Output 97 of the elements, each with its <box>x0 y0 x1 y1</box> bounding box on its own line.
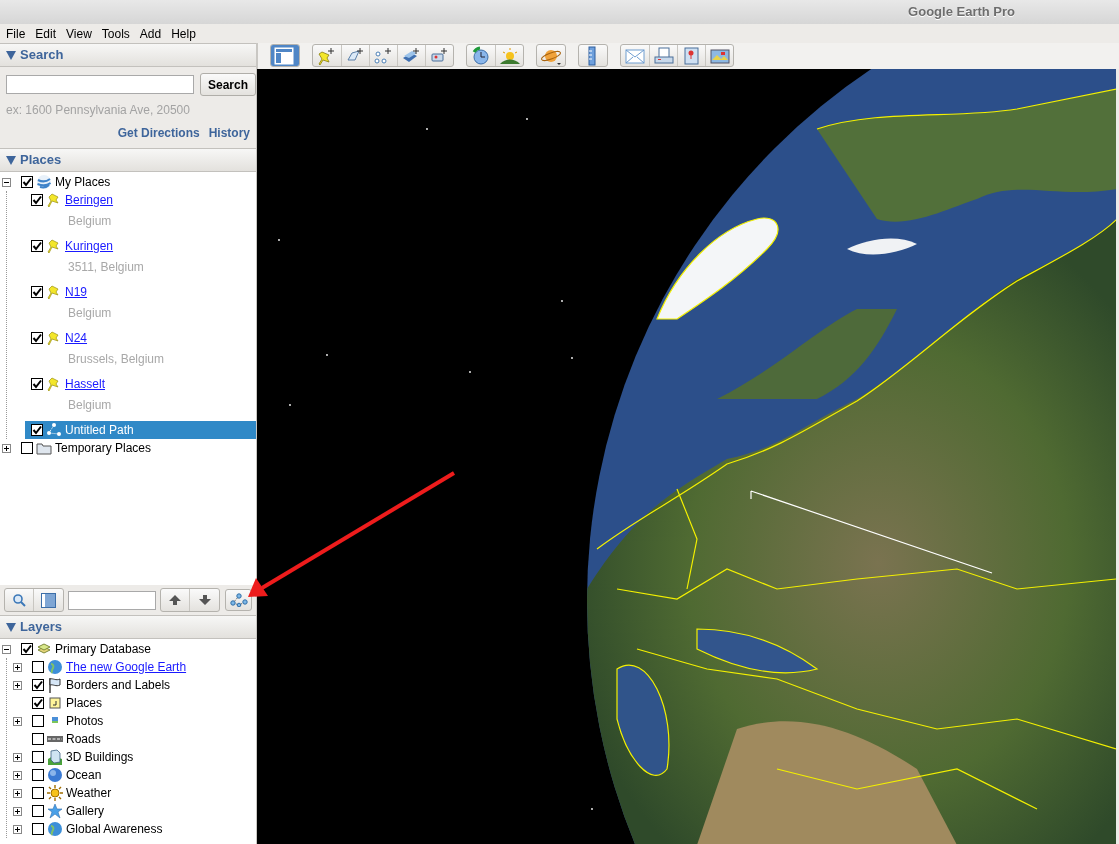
tree-item-label[interactable]: Weather <box>66 784 112 802</box>
checkbox[interactable] <box>32 751 44 763</box>
checkbox[interactable] <box>32 733 44 745</box>
map-image-icon[interactable] <box>705 45 733 67</box>
globe-icon <box>36 174 52 190</box>
tree-row[interactable]: N24 <box>25 329 256 347</box>
checkbox[interactable] <box>32 715 44 727</box>
tree-item-label[interactable]: Gallery <box>66 802 104 820</box>
tree-row[interactable]: Temporary Places <box>0 439 256 457</box>
tree-item-label[interactable]: Places <box>66 694 103 712</box>
link[interactable]: Get Directions <box>117 124 200 142</box>
menu-item[interactable]: Tools <box>101 24 130 43</box>
expander-icon[interactable] <box>13 770 22 780</box>
pushpin-icon <box>46 284 62 300</box>
sun-icon <box>47 785 63 801</box>
square-marker-icon <box>47 695 63 711</box>
tree-row[interactable]: Kuringen <box>25 237 256 255</box>
expander-icon[interactable] <box>13 662 22 672</box>
checkbox[interactable] <box>32 787 44 799</box>
expander-icon[interactable] <box>2 177 11 187</box>
link[interactable]: History <box>208 124 250 142</box>
expander-icon[interactable] <box>13 680 22 690</box>
search-field[interactable] <box>6 75 194 94</box>
tree-item-label[interactable]: 3D Buildings <box>66 748 134 766</box>
section-header[interactable]: Layers <box>0 615 256 639</box>
checkbox[interactable] <box>32 661 44 673</box>
place-link[interactable]: The new Google Earth <box>66 658 187 676</box>
place-address: Belgium <box>67 397 113 414</box>
tree-item-label[interactable]: Roads <box>66 730 101 748</box>
tree-row[interactable]: N19 <box>25 283 256 301</box>
pushpin-icon <box>46 192 62 208</box>
flag-icon <box>47 677 63 693</box>
place-link[interactable]: N19 <box>65 283 87 301</box>
tree-item-label[interactable]: My Places <box>55 173 111 191</box>
checkbox[interactable] <box>32 697 44 709</box>
pushpin-icon <box>46 330 62 346</box>
pushpin-icon <box>46 376 62 392</box>
tree-item-label[interactable]: Temporary Places <box>55 439 152 457</box>
place-link[interactable]: Beringen <box>65 191 114 209</box>
checkbox[interactable] <box>31 424 43 436</box>
window-title: Google Earth Pro <box>908 3 1015 22</box>
checkbox[interactable] <box>21 442 33 454</box>
star-icon <box>47 803 63 819</box>
ocean-globe-icon <box>47 767 63 783</box>
menu-item[interactable]: Edit <box>35 24 57 43</box>
place-link[interactable]: N24 <box>65 329 87 347</box>
checkbox[interactable] <box>32 679 44 691</box>
checkbox[interactable] <box>21 176 33 188</box>
search-button[interactable]: Search <box>200 73 257 96</box>
place-address: Brussels, Belgium <box>67 351 166 368</box>
printer-icon[interactable] <box>649 45 677 67</box>
checkbox[interactable] <box>32 805 44 817</box>
expander-icon[interactable] <box>13 716 22 726</box>
expander-icon[interactable] <box>13 806 22 816</box>
expander-icon[interactable] <box>13 752 22 762</box>
place-address: Belgium <box>67 213 113 230</box>
tree-item-label[interactable]: Ocean <box>66 766 102 784</box>
place-address: 3511, Belgium <box>67 259 145 276</box>
filter-field[interactable] <box>68 590 156 610</box>
selected-row[interactable]: Untitled Path <box>25 421 256 439</box>
menu-item[interactable]: View <box>66 24 92 43</box>
expander-icon[interactable] <box>2 443 11 453</box>
earth-icon <box>47 821 63 837</box>
checkbox[interactable] <box>31 194 43 206</box>
tree-row[interactable]: Beringen <box>25 191 256 209</box>
earth-icon <box>47 659 63 675</box>
checkbox[interactable] <box>21 643 33 655</box>
path-nodes-icon[interactable] <box>225 589 252 611</box>
tree-item-label[interactable]: Borders and Labels <box>66 676 171 694</box>
tree-item-label[interactable]: Primary Database <box>55 640 152 658</box>
checkbox[interactable] <box>31 286 43 298</box>
tree-row[interactable]: My Places <box>0 173 256 191</box>
sidebar-icon[interactable] <box>271 45 299 67</box>
checkbox[interactable] <box>31 378 43 390</box>
place-link[interactable]: Kuringen <box>65 237 114 255</box>
place-link[interactable]: Hasselt <box>65 375 105 393</box>
pushpin-icon <box>46 238 62 254</box>
checkbox[interactable] <box>31 332 43 344</box>
menu-item[interactable]: Add <box>139 24 162 43</box>
tree-item-label[interactable]: Photos <box>66 712 104 730</box>
expander-icon[interactable] <box>13 824 22 834</box>
checkbox[interactable] <box>32 823 44 835</box>
expander-icon[interactable] <box>2 644 11 654</box>
expander-icon[interactable] <box>13 788 22 798</box>
tree-row[interactable]: Hasselt <box>25 375 256 393</box>
tree-item-label[interactable]: Global Awareness <box>66 820 163 838</box>
checkbox[interactable] <box>32 769 44 781</box>
building-icon <box>47 749 63 765</box>
section-header[interactable]: Places <box>0 148 256 172</box>
path-nodes-icon <box>46 422 62 438</box>
place-address: Belgium <box>67 305 113 322</box>
menu-item[interactable]: Help <box>171 24 196 43</box>
menu-item[interactable]: File <box>6 24 26 43</box>
section-header[interactable]: Search <box>0 43 256 67</box>
tree-item-label[interactable]: Untitled Path <box>65 421 134 439</box>
search-hint: ex: 1600 Pennsylvania Ave, 20500 <box>5 102 191 119</box>
checkbox[interactable] <box>31 240 43 252</box>
